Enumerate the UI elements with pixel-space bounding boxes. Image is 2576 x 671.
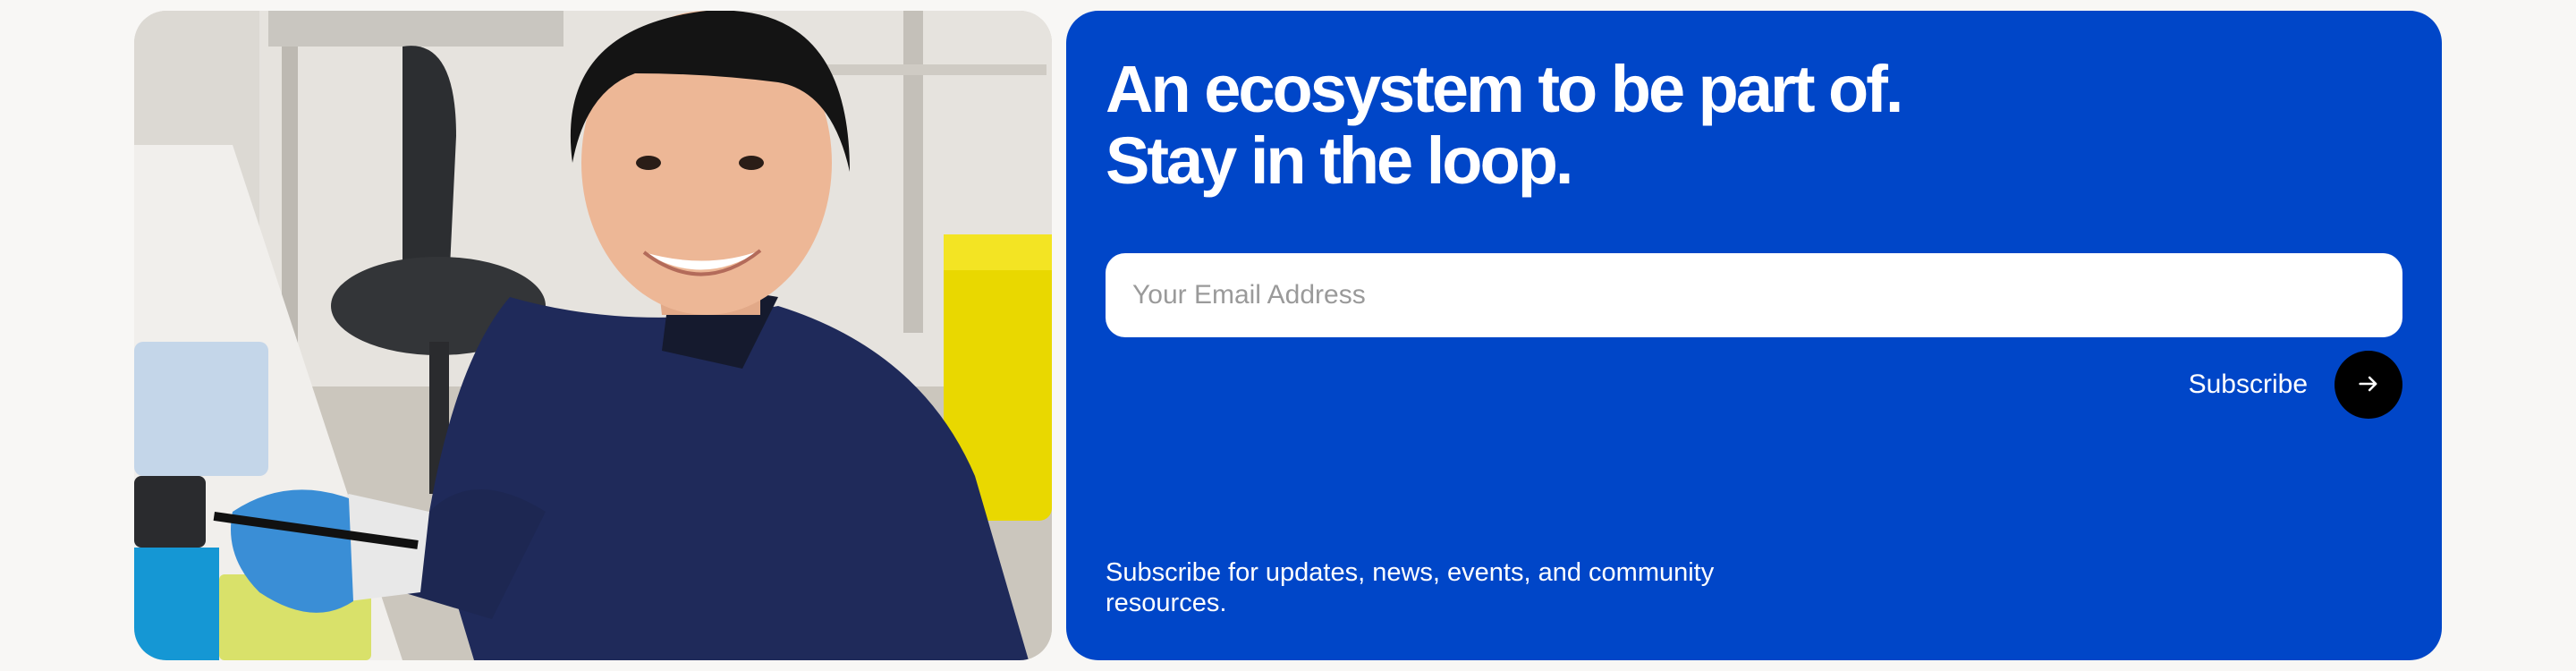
newsletter-card: An ecosystem to be part of. Stay in the … [1066,11,2442,660]
headline-line-2: Stay in the loop. [1106,123,1573,198]
scientist-photo [134,11,1052,660]
newsletter-section: An ecosystem to be part of. Stay in the … [134,11,2442,660]
subscribe-label[interactable]: Subscribe [2189,369,2308,400]
email-input[interactable] [1106,253,2402,337]
lab-scientist-image [134,11,1052,660]
subscribe-description: Subscribe for updates, news, events, and… [1106,558,1715,617]
headline-line-1: An ecosystem to be part of. [1106,52,1903,126]
arrow-right-icon [2356,371,2381,399]
newsletter-headline: An ecosystem to be part of. Stay in the … [1106,52,1903,198]
subscribe-action[interactable]: Subscribe [2189,351,2402,419]
subscribe-button[interactable] [2334,351,2402,419]
